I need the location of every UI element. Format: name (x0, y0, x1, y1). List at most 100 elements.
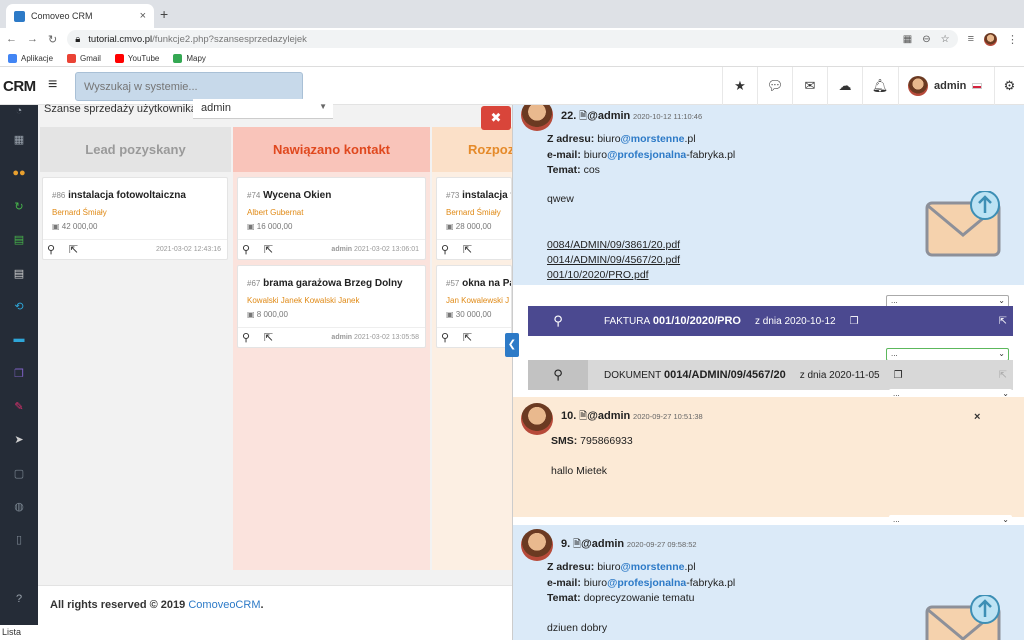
bookmark-youtube[interactable]: YouTube (114, 53, 159, 63)
from-user: biuro (597, 561, 621, 573)
sidebar-refresh-icon[interactable]: ↻ (0, 200, 38, 213)
attachment-link[interactable]: 0014/ADMIN/09/4567/20.pdf (547, 254, 680, 266)
document-icon: 🗎︎ (579, 111, 588, 122)
zoom-icon[interactable]: ⊖ (922, 34, 930, 45)
card-value: ▣ 42 000,00 (52, 222, 97, 231)
sidebar-tag-icon[interactable]: ✎ (0, 400, 38, 413)
search-icon[interactable]: ⚲ (242, 331, 250, 344)
more-menu-icon[interactable]: ⋮ (1007, 33, 1018, 46)
deal-card[interactable]: #57 okna na Pa Jan Kowalewski J ▣ 30 000… (436, 265, 512, 348)
copy-icon[interactable]: ❐ (850, 316, 859, 327)
sidebar-dashboard-icon[interactable]: ◔ (0, 105, 38, 117)
sidebar-sync-icon[interactable]: ⟲ (0, 300, 38, 313)
invoice-bar[interactable]: ⚲ FAKTURA 001/10/2020/PRO z dnia 2020-10… (528, 306, 1013, 336)
user-menu[interactable]: admin (898, 67, 994, 105)
card-title-text: Wycena Okien (263, 190, 332, 201)
attachment-link[interactable]: 0084/ADMIN/09/3861/20.pdf (547, 239, 680, 251)
footer-link[interactable]: ComoveoCRM (188, 599, 260, 611)
reading-list-icon[interactable]: ≡ (968, 33, 974, 45)
email-note: 9. 🗎︎@admin 2020-09-27 09:58:52 Z adresu… (513, 525, 1024, 640)
card-contact[interactable]: Albert Gubernat (247, 208, 303, 217)
deal-card[interactable]: #74 Wycena Okien Albert Gubernat ▣ 16 00… (237, 177, 426, 260)
subject-text: doprecyzowanie tematu (583, 592, 695, 604)
external-link-icon[interactable]: ⇱ (69, 243, 78, 256)
search-icon[interactable]: ⚲ (242, 243, 250, 256)
sidebar-phone-icon[interactable]: ▯ (0, 533, 38, 546)
external-link-icon[interactable]: ⇱ (264, 243, 273, 256)
card-footer: ⚲ ⇱ (437, 239, 511, 259)
bookmark-maps[interactable]: Mapy (173, 53, 206, 63)
mail-icon[interactable]: ✉ (792, 67, 827, 105)
new-tab-icon[interactable]: + (160, 6, 168, 22)
search-icon[interactable]: ⚲ (441, 243, 449, 256)
search-icon[interactable]: ⚲ (528, 306, 588, 336)
external-link-icon[interactable]: ⇱ (999, 370, 1007, 381)
chevron-down-icon: ⌄ (998, 296, 1005, 305)
card-number: #74 (247, 191, 261, 200)
sidebar-globe-icon[interactable]: ◍ (0, 500, 38, 513)
back-arrow-icon[interactable]: ← (6, 33, 17, 45)
close-icon[interactable]: × (974, 411, 980, 423)
sidebar-help-icon[interactable]: ? (0, 593, 38, 605)
panel-toggle-chevron-icon[interactable]: ❮ (505, 333, 519, 357)
user-filter-select[interactable]: admin ▼ (193, 99, 333, 119)
document-icon: 🗎︎ (579, 411, 588, 422)
bookmark-apps[interactable]: Aplikacje (8, 53, 53, 63)
document-bar[interactable]: ⚲ DOKUMENT 0014/ADMIN/09/4567/20 z dnia … (528, 360, 1013, 390)
sidebar-contacts-icon[interactable]: ●● (0, 167, 38, 179)
reload-icon[interactable]: ↻ (48, 33, 57, 46)
card-contact[interactable]: Jan Kowalewski J (446, 296, 509, 305)
app-logo[interactable]: CRM (3, 78, 36, 95)
from-line: Z adresu: biuro@morstenne.pl (547, 133, 696, 145)
card-contact[interactable]: Kowalski Janek Kowalski Janek (247, 296, 360, 305)
filter-label: Szanse sprzedaży użytkownika: (44, 103, 200, 115)
star-bookmark-icon[interactable]: ☆ (941, 34, 950, 45)
from-label: Z adresu: (547, 561, 595, 573)
qr-icon[interactable]: ▦ (903, 34, 912, 45)
copy-icon[interactable]: ❐ (894, 370, 903, 381)
tab-close-icon[interactable]: × (140, 10, 146, 22)
deal-card[interactable]: #73 instalacja fo Bernard Śmiały ▣ 28 00… (436, 177, 512, 260)
chat-icon[interactable]: 💬︎ (757, 67, 792, 105)
sidebar-copy-icon[interactable]: ❐ (0, 367, 38, 380)
close-panel-button[interactable]: ✖ (481, 106, 511, 130)
sidebar-sheet-icon[interactable]: ▤ (0, 233, 38, 246)
deal-card[interactable]: #67 brama garażowa Brzeg Dolny Kowalski … (237, 265, 426, 348)
document-icon: 🗎︎ (572, 539, 582, 550)
search-icon[interactable]: ⚲ (47, 243, 55, 256)
sidebar-send-icon[interactable]: ➤ (0, 433, 38, 446)
bell-icon[interactable]: 🔔︎ (862, 67, 897, 105)
bookmark-gmail[interactable]: Gmail (67, 53, 101, 63)
url-input[interactable]: 🔒︎ tutorial.cmvo.pl/funkcje2.php?szanses… (67, 30, 958, 48)
sidebar-document-icon[interactable]: ▤ (0, 267, 38, 280)
note-body: dziuen dobry (547, 622, 608, 634)
profile-avatar[interactable] (984, 32, 997, 46)
note-timestamp: 2020-09-27 09:58:52 (626, 540, 697, 549)
card-value-text: 42 000,00 (61, 222, 98, 231)
external-link-icon[interactable]: ⇱ (463, 331, 472, 344)
external-link-icon[interactable]: ⇱ (264, 331, 273, 344)
deal-card[interactable]: #86 instalacja fotowoltaiczna Bernard Śm… (42, 177, 228, 260)
url-host: tutorial.cmvo.pl (88, 33, 153, 45)
forward-arrow-icon[interactable]: → (27, 33, 38, 45)
envelope-upload-icon (925, 191, 1001, 257)
hamburger-menu-icon[interactable]: ≡ (48, 76, 57, 94)
search-input[interactable] (75, 72, 303, 101)
attachment-link[interactable]: 001/10/2020/PRO.pdf (547, 269, 649, 281)
search-icon[interactable]: ⚲ (528, 360, 588, 390)
cloud-icon[interactable]: ☁ (827, 67, 862, 105)
settings-gear-icon[interactable]: ⚙ (994, 67, 1024, 105)
search-icon[interactable]: ⚲ (441, 331, 449, 344)
external-link-icon[interactable]: ⇱ (999, 316, 1007, 327)
sidebar-briefcase-icon[interactable]: ▬ (0, 333, 38, 345)
column-header-lead: Lead pozyskany (40, 127, 231, 172)
sidebar-calendar-icon[interactable]: ▦ (0, 133, 38, 146)
external-link-icon[interactable]: ⇱ (463, 243, 472, 256)
card-contact[interactable]: Bernard Śmiały (52, 208, 107, 217)
card-title: #74 Wycena Okien (247, 190, 331, 201)
browser-tab[interactable]: Comoveo CRM × (6, 4, 154, 28)
card-contact[interactable]: Bernard Śmiały (446, 208, 501, 217)
favorites-star-icon[interactable]: ★ (722, 67, 757, 105)
sidebar-box-icon[interactable]: ▢ (0, 467, 38, 480)
tab-favicon-icon (14, 10, 25, 22)
